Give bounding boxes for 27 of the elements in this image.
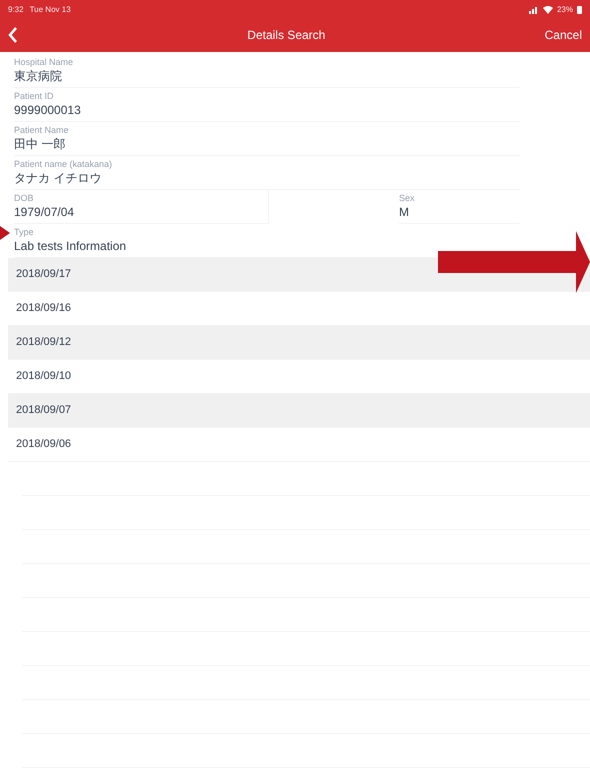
back-chevron-icon — [8, 27, 18, 43]
status-date: Tue Nov 13 — [30, 4, 71, 16]
field-value: 東京病院 — [14, 68, 63, 85]
field-value: M — [399, 204, 410, 221]
signal-icon — [528, 6, 539, 14]
date-row[interactable]: 2018/09/07 — [8, 394, 590, 428]
battery-icon — [577, 6, 582, 14]
field-value: タナカ イチロウ — [14, 170, 102, 187]
arrow-icon — [438, 231, 590, 293]
field-label: DOB — [14, 192, 35, 204]
status-time: 9:32 — [8, 4, 24, 16]
cancel-button[interactable]: Cancel — [544, 26, 582, 44]
wifi-icon — [542, 6, 553, 14]
field-value: 田中 一郎 — [14, 136, 66, 153]
battery-percentage: 23% — [556, 4, 573, 16]
field-label: Patient Name — [14, 124, 70, 136]
field-label: Hospital Name — [14, 56, 74, 68]
arrow-icon — [0, 226, 10, 240]
date-row[interactable]: 2018/09/12 — [8, 326, 590, 360]
field-label: Type — [14, 226, 35, 238]
field-value: 9999000013 — [14, 102, 82, 119]
field-value: 1979/07/04 — [14, 204, 76, 221]
field-value: Lab tests Information — [14, 238, 128, 255]
field-label: Patient ID — [14, 90, 55, 102]
field-label: Sex — [399, 192, 416, 204]
field-label: Patient name (katakana) — [14, 158, 114, 170]
nav-title: Details Search — [247, 27, 326, 44]
